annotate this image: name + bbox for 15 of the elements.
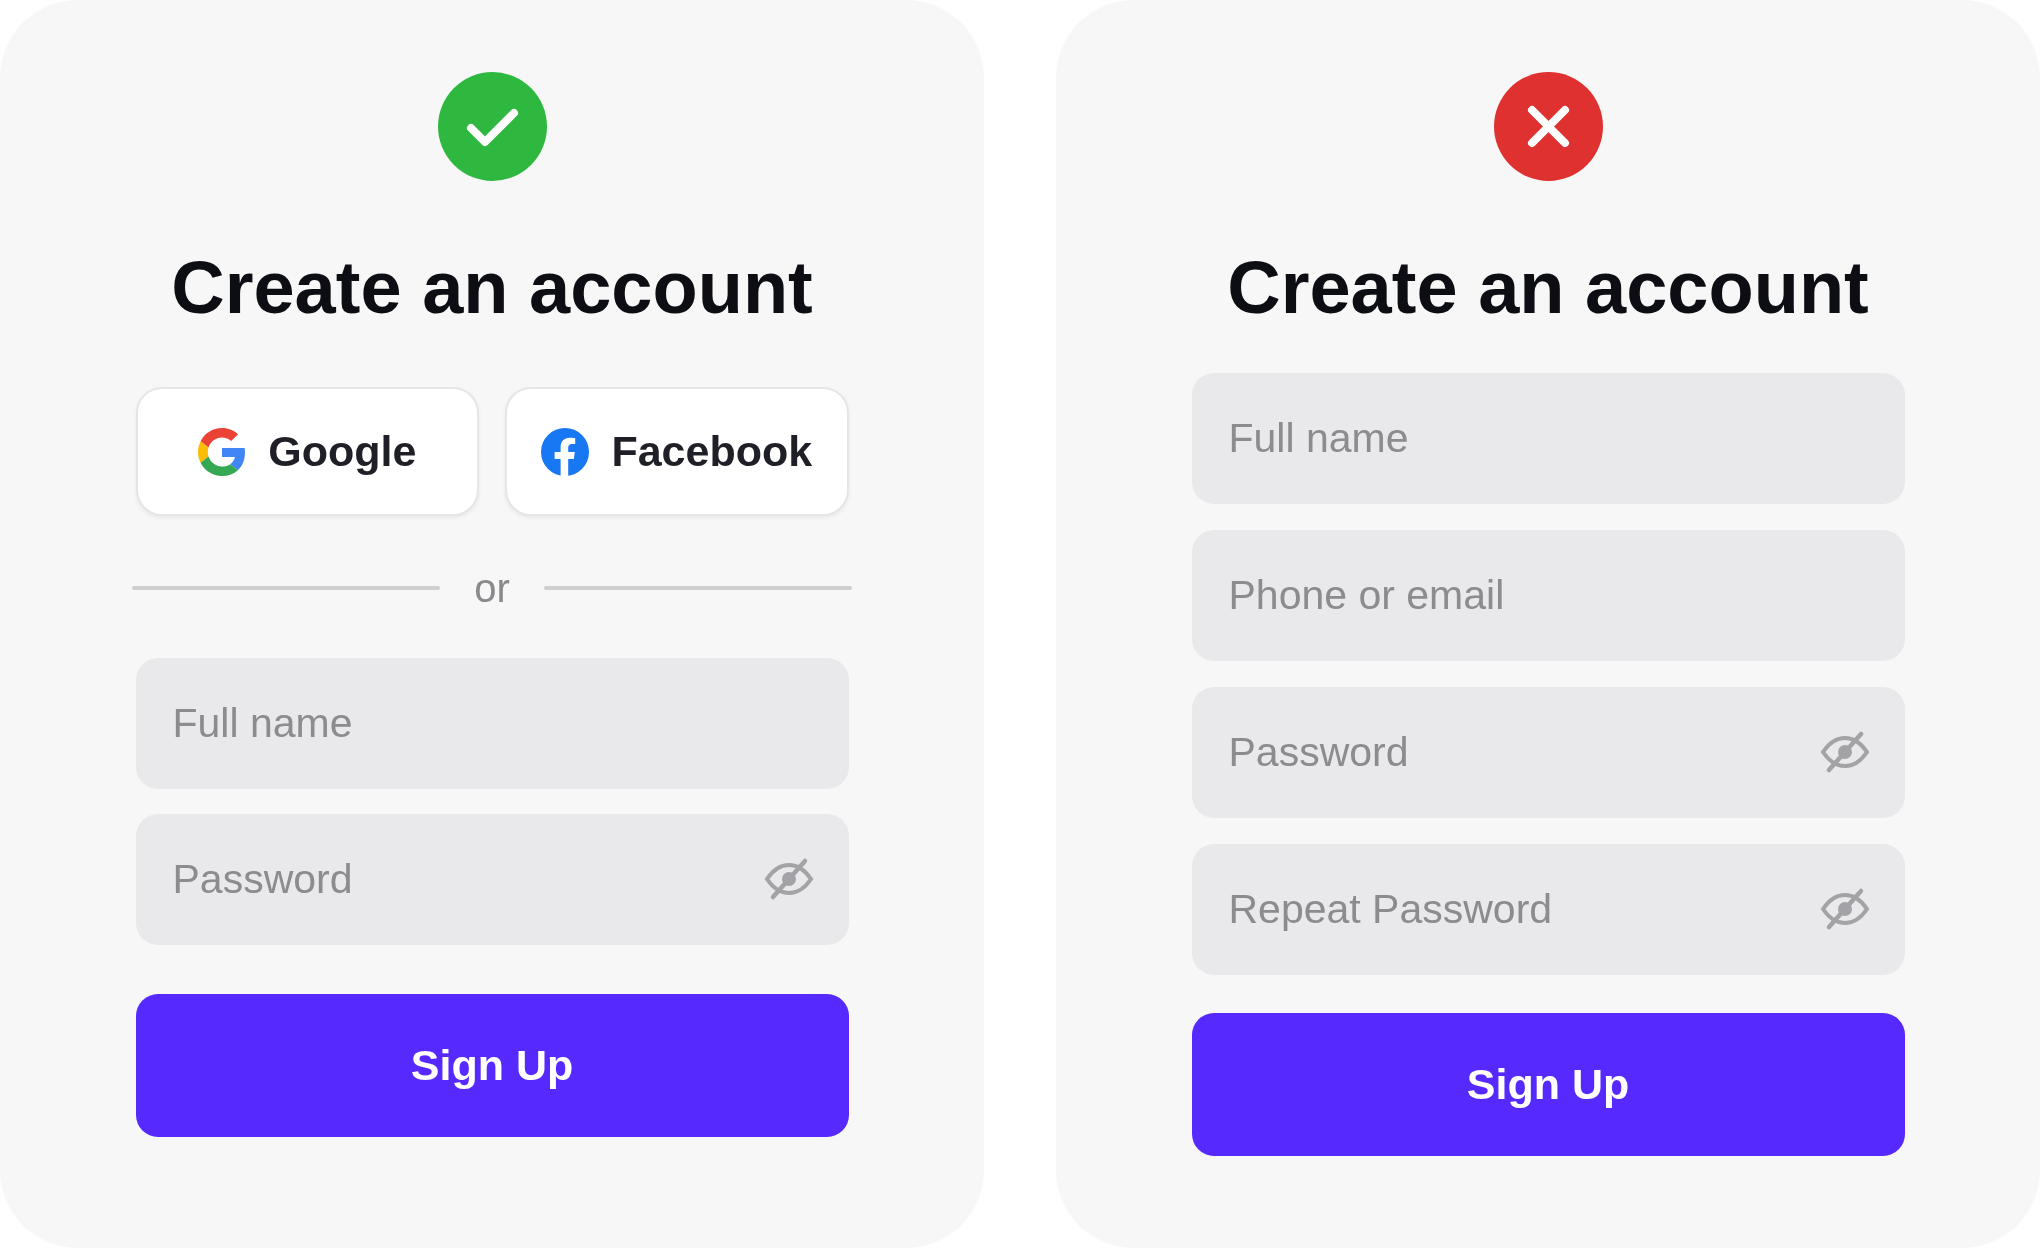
facebook-icon (541, 427, 590, 476)
sign-up-button[interactable]: Sign Up (1191, 1013, 1905, 1156)
password-field[interactable]: Repeat Password (1191, 844, 1905, 975)
input-field[interactable]: Phone or email (1191, 530, 1905, 661)
social-login-button[interactable]: Facebook (505, 387, 849, 516)
input-field[interactable]: Full name (135, 658, 849, 789)
form-title: Create an account (171, 251, 813, 325)
password-field[interactable]: Password (135, 814, 849, 945)
password-field[interactable]: Password (1191, 687, 1905, 818)
form-title: Create an account (1227, 251, 1869, 325)
divider-label: or (474, 568, 510, 608)
sign-up-button[interactable]: Sign Up (135, 994, 849, 1137)
input-field[interactable]: Full name (1191, 373, 1905, 504)
social-login-button[interactable]: Google (135, 387, 479, 516)
google-icon (198, 427, 247, 476)
